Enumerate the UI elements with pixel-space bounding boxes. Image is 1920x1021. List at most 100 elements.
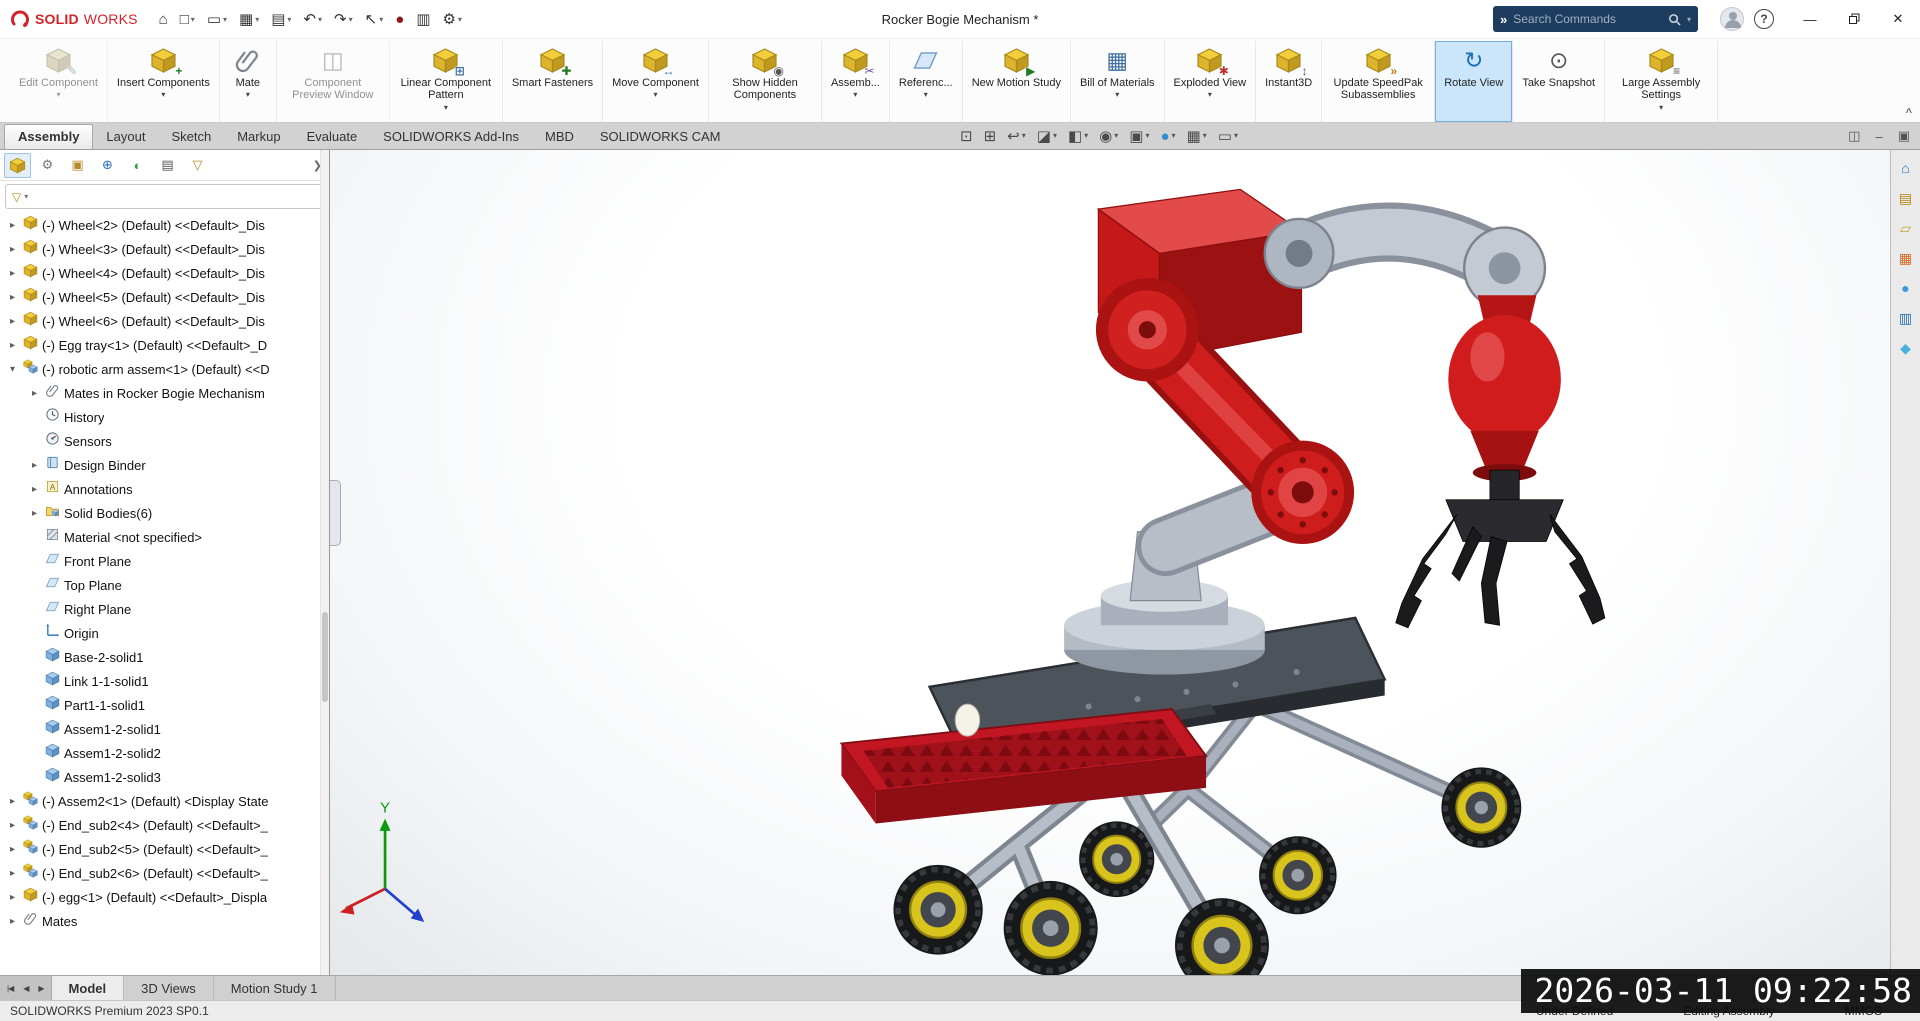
tab-solidworks-add-ins[interactable]: SOLIDWORKS Add-Ins	[370, 125, 532, 149]
options-icon[interactable]: ⚙ ▾	[437, 5, 466, 33]
collapse-icon[interactable]: ▾	[6, 364, 19, 375]
expand-icon[interactable]: ▸	[6, 892, 19, 903]
ribbon-button-take-snapshot[interactable]: ⊙ Take Snapshot	[1513, 41, 1606, 122]
bottom-tab-motion-study-1[interactable]: Motion Study 1	[214, 976, 336, 1000]
home-icon[interactable]: ⌂	[154, 5, 173, 33]
print-icon[interactable]: ▤ ▾	[266, 5, 296, 33]
dimxpert-manager-tab[interactable]: ⊕	[94, 153, 121, 178]
tree-item[interactable]: ▸ (-) End_sub2<6> (Default) <<Default>_	[0, 861, 329, 885]
tree-item[interactable]: Origin	[0, 621, 329, 645]
first-tab-icon[interactable]: |◀	[3, 984, 17, 993]
tab-solidworks-cam[interactable]: SOLIDWORKS CAM	[587, 125, 734, 149]
ribbon-button-insert-components[interactable]: + Insert Components ▾	[108, 41, 220, 122]
expand-icon[interactable]: ▸	[28, 388, 41, 399]
tree-item[interactable]: ▸ (-) Assem2<1> (Default) <Display State	[0, 789, 329, 813]
appearances-scenes-icon[interactable]: ●	[1895, 277, 1917, 299]
next-tab-icon[interactable]: ▶	[34, 984, 47, 993]
expand-icon[interactable]: ▸	[6, 796, 19, 807]
ribbon-button-new-motion-study[interactable]: ▶ New Motion Study	[963, 41, 1071, 122]
tree-item[interactable]: ▸ Solid Bodies(6)	[0, 501, 329, 525]
expand-icon[interactable]: ▸	[6, 268, 19, 279]
file-explorer-icon[interactable]: ▱	[1895, 217, 1917, 239]
tree-item[interactable]: Front Plane	[0, 549, 329, 573]
tab-markup[interactable]: Markup	[224, 125, 293, 149]
tree-item[interactable]: ▸ (-) Wheel<2> (Default) <<Default>_Dis	[0, 213, 329, 237]
tab-assembly[interactable]: Assembly	[4, 124, 94, 149]
expand-icon[interactable]: ▸	[6, 316, 19, 327]
scene-icon[interactable]: ▦ ▾	[1187, 129, 1207, 144]
view-orientation-icon[interactable]: ▣ ▾	[1129, 129, 1149, 144]
expand-icon[interactable]: ▸	[28, 484, 41, 495]
previous-tab-icon[interactable]: ◀	[19, 984, 32, 993]
expand-icon[interactable]: ▸	[6, 820, 19, 831]
tab-layout[interactable]: Layout	[93, 125, 158, 149]
feature-manager-tab[interactable]	[4, 152, 31, 178]
search-icon[interactable]	[1668, 13, 1681, 26]
expand-icon[interactable]: ▸	[6, 844, 19, 855]
design-library-icon[interactable]: ▤	[1895, 187, 1917, 209]
tree-item[interactable]: ▸ (-) Wheel<3> (Default) <<Default>_Dis	[0, 237, 329, 261]
tree-item[interactable]: ▸ (-) Wheel<6> (Default) <<Default>_Dis	[0, 309, 329, 333]
property-manager-tab[interactable]: ⚙	[34, 153, 61, 178]
expand-icon[interactable]: ▸	[6, 244, 19, 255]
open-icon[interactable]: ▭ ▾	[202, 5, 232, 33]
tab-evaluate[interactable]: Evaluate	[294, 125, 371, 149]
expand-icon[interactable]: ▸	[6, 868, 19, 879]
zoom-area-icon[interactable]: ⊞	[984, 129, 997, 144]
tree-item[interactable]: ▸ (-) End_sub2<5> (Default) <<Default>_	[0, 837, 329, 861]
tree-filter-box[interactable]: ▽ ▾	[5, 184, 324, 209]
minimize-window-button[interactable]: —	[1788, 0, 1832, 38]
save-icon[interactable]: ▦ ▾	[234, 5, 264, 33]
appearances-icon[interactable]: ● ▾	[1160, 129, 1175, 144]
expand-icon[interactable]: ▸	[6, 292, 19, 303]
filter-tab[interactable]: ▽	[184, 153, 211, 178]
tab-sketch[interactable]: Sketch	[158, 125, 224, 149]
ribbon-button-show-hidden-components[interactable]: ◉ Show Hidden Components	[709, 41, 822, 122]
search-dropdown-caret[interactable]: ▾	[1687, 15, 1691, 24]
tree-item[interactable]: ▸ (-) Wheel<4> (Default) <<Default>_Dis	[0, 261, 329, 285]
ribbon-button-large-assembly-settings[interactable]: ≡ Large Assembly Settings ▾	[1605, 41, 1719, 122]
tree-item[interactable]: ▸ Design Binder	[0, 453, 329, 477]
tree-item[interactable]: Link 1-1-solid1	[0, 669, 329, 693]
tree-scrollbar-thumb[interactable]	[322, 612, 328, 702]
collapse-ribbon-icon[interactable]: ^	[1906, 107, 1912, 119]
previous-view-icon[interactable]: ↩ ▾	[1007, 129, 1026, 144]
new-document-icon[interactable]: □ ▾	[175, 5, 200, 33]
ribbon-button-instant3d[interactable]: ↕ Instant3D	[1256, 41, 1323, 122]
select-icon[interactable]: ↖ ▾	[360, 5, 389, 33]
ribbon-button-linear-component-pattern[interactable]: ⊞ Linear Component Pattern ▾	[390, 41, 503, 122]
minimize-document-icon[interactable]: –	[1875, 129, 1882, 144]
ribbon-button-referenc[interactable]: Referenc... ▾	[890, 41, 963, 122]
tree-item[interactable]: Assem1-2-solid2	[0, 741, 329, 765]
custom-properties-icon[interactable]: ▥	[1895, 307, 1917, 329]
tab-mbd[interactable]: MBD	[532, 125, 587, 149]
tree-item[interactable]: Sensors	[0, 429, 329, 453]
tree-item[interactable]: Part1-1-solid1	[0, 693, 329, 717]
filter-caret-icon[interactable]: ▾	[24, 192, 28, 201]
tree-scrollbar[interactable]	[320, 150, 329, 975]
search-input[interactable]	[1513, 12, 1662, 26]
solidworks-forum-icon[interactable]: ◆	[1895, 337, 1917, 359]
display-style-icon[interactable]: ◧ ▾	[1068, 129, 1088, 144]
tree-item[interactable]: Assem1-2-solid1	[0, 717, 329, 741]
redo-icon[interactable]: ↷ ▾	[329, 5, 358, 33]
configuration-manager-tab[interactable]: ▣	[64, 153, 91, 178]
panel-splitter-handle[interactable]	[330, 480, 341, 546]
ribbon-button-smart-fasteners[interactable]: ✚ Smart Fasteners	[503, 41, 604, 122]
file-properties-icon[interactable]: ▥	[411, 5, 435, 33]
bottom-tab-3d-views[interactable]: 3D Views	[124, 976, 214, 1000]
tree-item[interactable]: ▸ Mates	[0, 909, 329, 933]
undo-icon[interactable]: ↶ ▾	[298, 5, 327, 33]
ribbon-button-component-preview-window[interactable]: ◫ Component Preview Window	[277, 41, 390, 122]
tree-item[interactable]: Material <not specified>	[0, 525, 329, 549]
tree-item[interactable]: ▸ Annotations	[0, 477, 329, 501]
restore-document-icon[interactable]: ▣	[1898, 128, 1910, 144]
ribbon-button-exploded-view[interactable]: ✱ Exploded View ▾	[1165, 41, 1257, 122]
tree-item[interactable]: ▸ (-) Egg tray<1> (Default) <<Default>_D	[0, 333, 329, 357]
bottom-tab-model[interactable]: Model	[51, 976, 125, 1000]
tree-item[interactable]: ▸ (-) egg<1> (Default) <<Default>_Displa	[0, 885, 329, 909]
tree-item[interactable]: Base-2-solid1	[0, 645, 329, 669]
ribbon-button-assemb[interactable]: ✂ Assemb... ▾	[822, 41, 890, 122]
view-settings-icon[interactable]: ▭ ▾	[1218, 129, 1238, 144]
tree-item[interactable]: Assem1-2-solid3	[0, 765, 329, 789]
